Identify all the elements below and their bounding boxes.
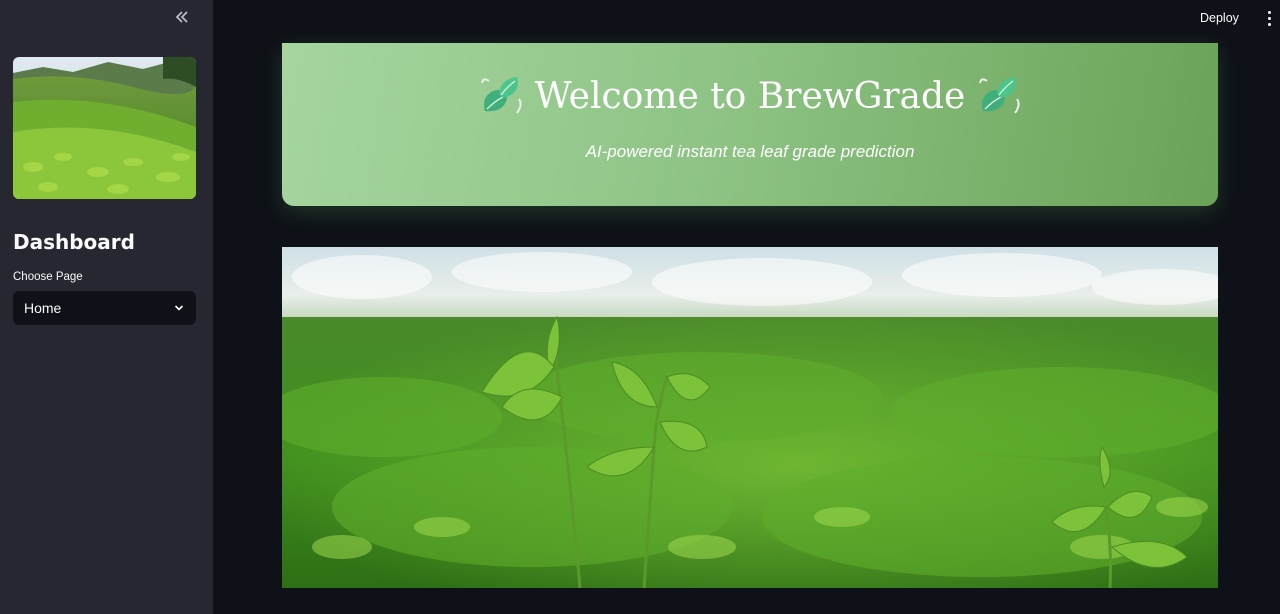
tea-plantation-image xyxy=(13,57,196,199)
select-label: Choose Page xyxy=(13,271,83,283)
collapse-sidebar-button[interactable] xyxy=(172,8,192,28)
chevron-double-left-icon xyxy=(175,11,188,23)
deploy-button[interactable]: Deploy xyxy=(1200,9,1239,27)
main-menu-button[interactable] xyxy=(1262,9,1276,27)
tea-field-image xyxy=(282,247,1218,588)
leaf-icon xyxy=(979,77,1020,114)
page-select[interactable]: Home xyxy=(13,291,196,325)
sidebar-title: Dashboard xyxy=(13,230,135,254)
hero-title-row: Welcome to BrewGrade xyxy=(282,73,1218,121)
sidebar: Dashboard Choose Page Home xyxy=(0,0,213,614)
hero-subtitle: AI-powered instant tea leaf grade predic… xyxy=(585,142,915,161)
select-value: Home xyxy=(24,300,62,316)
chevron-down-icon xyxy=(174,305,184,311)
vertical-dots-icon xyxy=(1268,11,1271,14)
hero-title: Welcome to BrewGrade xyxy=(534,76,966,117)
hero-banner: Welcome to BrewGrade AI-powered instant … xyxy=(282,43,1218,206)
app-root: Dashboard Choose Page Home Deploy Welcom… xyxy=(0,0,1280,614)
leaf-icon xyxy=(480,77,522,114)
